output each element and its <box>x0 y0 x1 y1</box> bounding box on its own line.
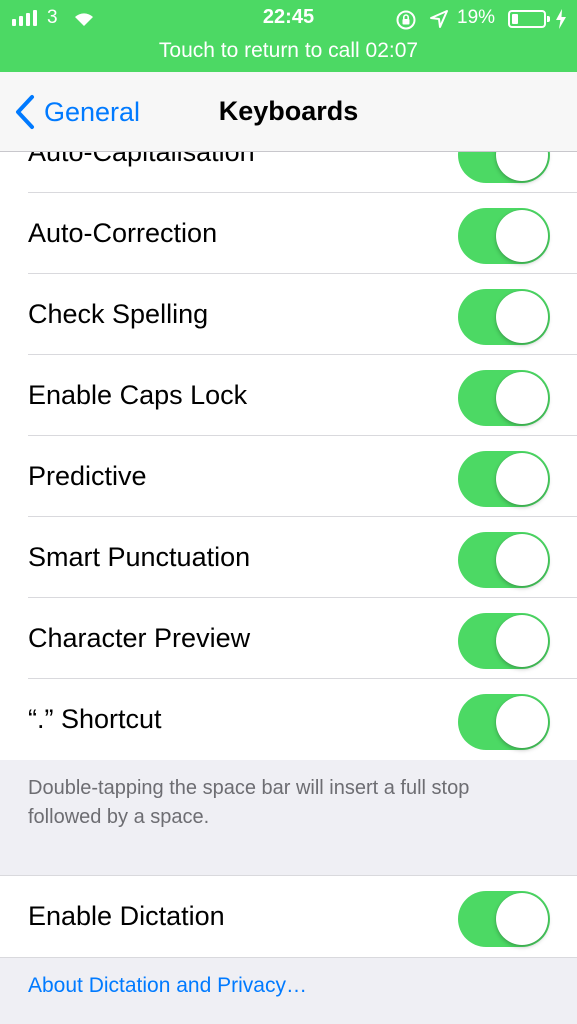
full-stop-shortcut-toggle[interactable] <box>458 694 550 750</box>
character-preview-toggle[interactable] <box>458 613 550 669</box>
about-dictation-link[interactable]: About Dictation and Privacy… <box>28 974 307 998</box>
auto-capitalisation-toggle[interactable] <box>458 152 550 183</box>
toggle-knob <box>496 534 548 586</box>
battery-icon <box>508 10 550 28</box>
row-label: Smart Punctuation <box>28 542 251 572</box>
toggle-knob <box>496 453 548 505</box>
enable-dictation-toggle[interactable] <box>458 891 550 947</box>
row-label: Auto-Capitalisation <box>28 152 255 167</box>
row-label: Check Spelling <box>28 299 209 329</box>
row-label: Enable Dictation <box>28 901 225 931</box>
battery-fill <box>512 14 518 24</box>
status-bar[interactable]: 3 22:45 19% Touch to return to call 02:0… <box>0 0 577 72</box>
shortcut-footer-note: Double-tapping the space bar will insert… <box>28 777 470 828</box>
battery-nub <box>547 16 550 22</box>
row-smart-punctuation[interactable]: Smart Punctuation <box>0 517 577 598</box>
keyboard-options-group: Auto-Capitalisation Auto-Correction Chec… <box>0 152 577 760</box>
row-label: Predictive <box>28 461 147 491</box>
navigation-bar: General Keyboards <box>0 72 577 152</box>
row-character-preview[interactable]: Character Preview <box>0 598 577 679</box>
row-full-stop-shortcut[interactable]: “.” Shortcut <box>0 679 577 760</box>
row-label: Enable Caps Lock <box>28 380 248 410</box>
orientation-lock-icon <box>396 10 416 30</box>
enable-caps-lock-toggle[interactable] <box>458 370 550 426</box>
row-enable-caps-lock[interactable]: Enable Caps Lock <box>0 355 577 436</box>
row-enable-dictation[interactable]: Enable Dictation <box>0 876 577 957</box>
row-label: “.” Shortcut <box>28 704 162 734</box>
return-to-call-banner[interactable]: Touch to return to call 02:07 <box>0 39 577 63</box>
page-title: Keyboards <box>218 96 359 126</box>
charging-bolt-icon <box>556 9 566 29</box>
smart-punctuation-toggle[interactable] <box>458 532 550 588</box>
row-predictive[interactable]: Predictive <box>0 436 577 517</box>
row-label: Character Preview <box>28 623 251 653</box>
check-spelling-toggle[interactable] <box>458 289 550 345</box>
toggle-knob <box>496 210 548 262</box>
settings-list[interactable]: Auto-Capitalisation Auto-Correction Chec… <box>0 152 577 1024</box>
location-icon <box>430 10 448 28</box>
toggle-knob <box>496 893 548 945</box>
toggle-knob <box>496 615 548 667</box>
battery-percent: 19% <box>457 7 496 28</box>
auto-correction-toggle[interactable] <box>458 208 550 264</box>
toggle-knob <box>496 372 548 424</box>
status-row: 3 22:45 19% <box>0 0 577 36</box>
row-auto-correction[interactable]: Auto-Correction <box>0 193 577 274</box>
toggle-knob <box>496 152 548 181</box>
row-check-spelling[interactable]: Check Spelling <box>0 274 577 355</box>
toggle-knob <box>496 696 548 748</box>
row-label: Auto-Correction <box>28 218 218 248</box>
toggle-knob <box>496 291 548 343</box>
dictation-group: Enable Dictation <box>0 875 577 958</box>
predictive-toggle[interactable] <box>458 451 550 507</box>
row-auto-capitalisation[interactable]: Auto-Capitalisation <box>0 152 577 193</box>
